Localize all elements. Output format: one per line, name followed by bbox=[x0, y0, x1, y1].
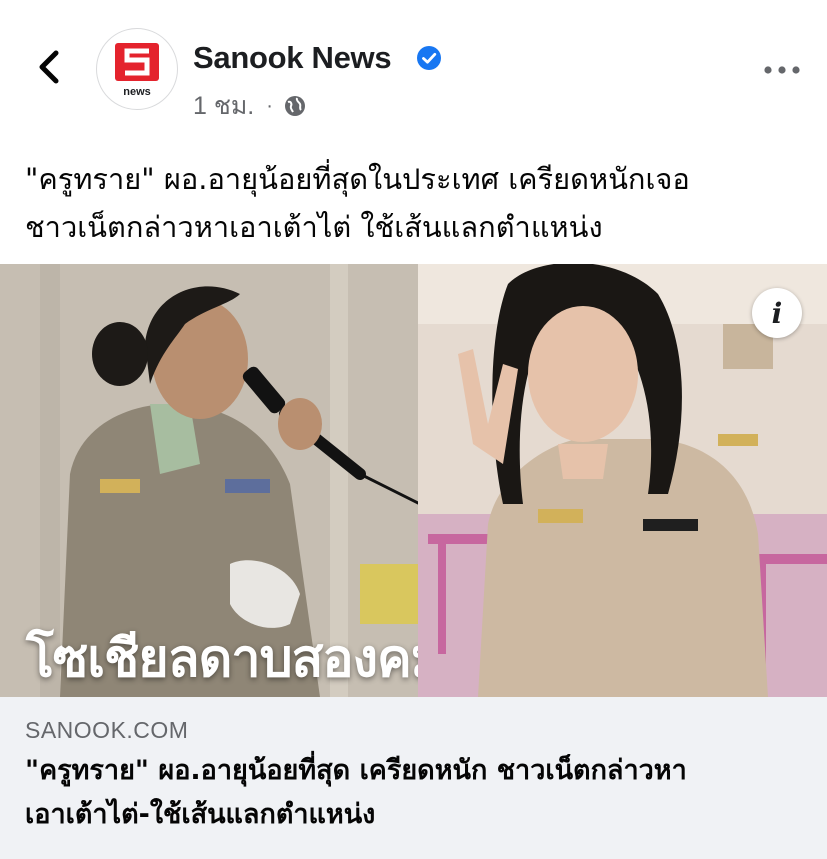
back-button[interactable] bbox=[30, 45, 70, 89]
post-image[interactable]: โซเชียลดาบสองคม i bbox=[0, 264, 827, 697]
globe-icon bbox=[284, 96, 305, 116]
more-options-button[interactable] bbox=[762, 60, 802, 80]
chevron-left-icon bbox=[39, 50, 59, 84]
page-name[interactable]: Sanook News bbox=[193, 40, 392, 76]
info-icon: i bbox=[771, 296, 783, 330]
link-title: "ครูทราย" ผอ.อายุน้อยที่สุด เครียดหนัก ช… bbox=[25, 749, 805, 837]
verified-badge-icon bbox=[417, 46, 441, 70]
post-time[interactable]: 1 ชม. bbox=[193, 86, 254, 126]
link-domain: SANOOK.COM bbox=[25, 717, 189, 743]
meta-separator: · bbox=[266, 94, 273, 117]
page-avatar[interactable]: news bbox=[96, 28, 178, 110]
svg-text:news: news bbox=[123, 86, 151, 98]
post-meta: 1 ชม. · bbox=[193, 86, 307, 126]
sanook-logo: news bbox=[115, 43, 159, 98]
post-caption-line: ชาวเน็ตกล่าวหาเอาเต้าไต่ ใช้เส้นแลกตำแหน… bbox=[25, 210, 603, 244]
post-caption-line: "ครูทราย" ผอ.อายุน้อยที่สุดในประเทศ เครี… bbox=[25, 162, 690, 196]
link-title-line: เอาเต้าไต่-ใช้เส้นแลกตำแหน่ง bbox=[25, 799, 376, 830]
post-caption: "ครูทราย" ผอ.อายุน้อยที่สุดในประเทศ เครี… bbox=[25, 155, 805, 251]
post-header: news Sanook News 1 ชม. · bbox=[0, 0, 827, 140]
info-button[interactable]: i bbox=[752, 288, 802, 338]
more-horizontal-icon bbox=[764, 66, 800, 74]
image-overlay-caption: โซเชียลดาบสองคม bbox=[26, 629, 445, 689]
link-title-line: "ครูทราย" ผอ.อายุน้อยที่สุด เครียดหนัก ช… bbox=[25, 755, 687, 786]
photo-left: โซเชียลดาบสองคม bbox=[0, 264, 445, 697]
link-preview[interactable]: SANOOK.COM "ครูทราย" ผอ.อายุน้อยที่สุด เ… bbox=[0, 697, 827, 859]
